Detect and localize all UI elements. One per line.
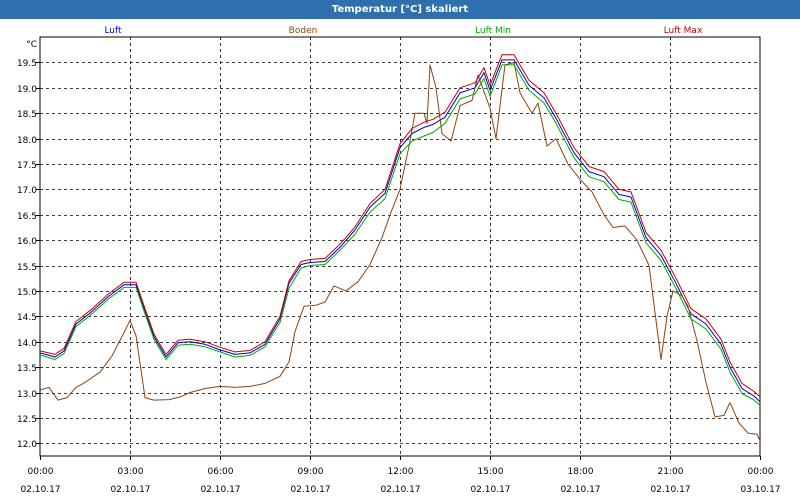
y-axis-unit-label: °C: [26, 40, 37, 50]
x-tick-time-label: 03:00: [118, 467, 144, 477]
y-tick-label: 14.5: [17, 313, 37, 323]
y-tick-label: 13.5: [17, 364, 37, 374]
x-tick-time-label: 15:00: [478, 467, 504, 477]
chart-title: Temperatur [°C] skaliert: [0, 0, 800, 19]
y-tick-label: 17.5: [17, 161, 37, 171]
x-tick-date-label: 03.10.17: [740, 485, 780, 495]
x-tick-date-label: 02.10.17: [110, 485, 150, 495]
chart-window: Temperatur [°C] skaliert 12.0 12.5 13.0 13.…: [0, 0, 800, 500]
x-tick-date-label: 02.10.17: [20, 485, 60, 495]
x-tick-date-label: 02.10.17: [470, 485, 510, 495]
x-tick-date-label: 02.10.17: [650, 485, 690, 495]
y-tick-label: 16.5: [17, 212, 37, 222]
x-tick-time-label: 12:00: [388, 467, 414, 477]
x-tick-time-label: 06:00: [208, 467, 234, 477]
y-tick-label: 12.5: [17, 415, 37, 425]
x-tick-time-label: 00:00: [748, 467, 774, 477]
legend: Luft Boden Luft Min Luft Max: [104, 26, 703, 36]
y-tick-label: 15.5: [17, 263, 37, 273]
x-tick-time-label: 21:00: [658, 467, 684, 477]
legend-entry-boden: Boden: [289, 26, 318, 36]
x-tick-date-label: 02.10.17: [200, 485, 240, 495]
y-tick-label: 18.5: [17, 110, 37, 120]
x-tick-date-label: 02.10.17: [560, 485, 600, 495]
legend-entry-luft: Luft: [104, 26, 122, 36]
x-tick-time-label: 00:00: [28, 467, 54, 477]
x-tick-time-label: 18:00: [568, 467, 594, 477]
legend-entry-luft-min: Luft Min: [475, 26, 511, 36]
x-tick-time-label: 09:00: [298, 467, 324, 477]
legend-entry-luft-max: Luft Max: [664, 26, 703, 36]
y-tick-label: 16.0: [17, 237, 37, 247]
y-tick-label: 13.0: [17, 390, 37, 400]
y-tick-label: 18.0: [17, 136, 37, 146]
grid: [39, 36, 761, 457]
y-tick-label: 14.0: [17, 339, 37, 349]
y-tick-label: 19.5: [17, 59, 37, 69]
x-tick-date-label: 02.10.17: [380, 485, 420, 495]
y-tick-label: 15.0: [17, 288, 37, 298]
x-tick-date-label: 02.10.17: [290, 485, 330, 495]
temperature-chart: 12.0 12.5 13.0 13.5 14.0 14.5 15.0 15.5 16.0 16.5…: [17, 26, 781, 495]
y-tick-label: 12.0: [17, 440, 37, 450]
y-tick-label: 17.0: [17, 186, 37, 196]
y-tick-label: 19.0: [17, 85, 37, 95]
